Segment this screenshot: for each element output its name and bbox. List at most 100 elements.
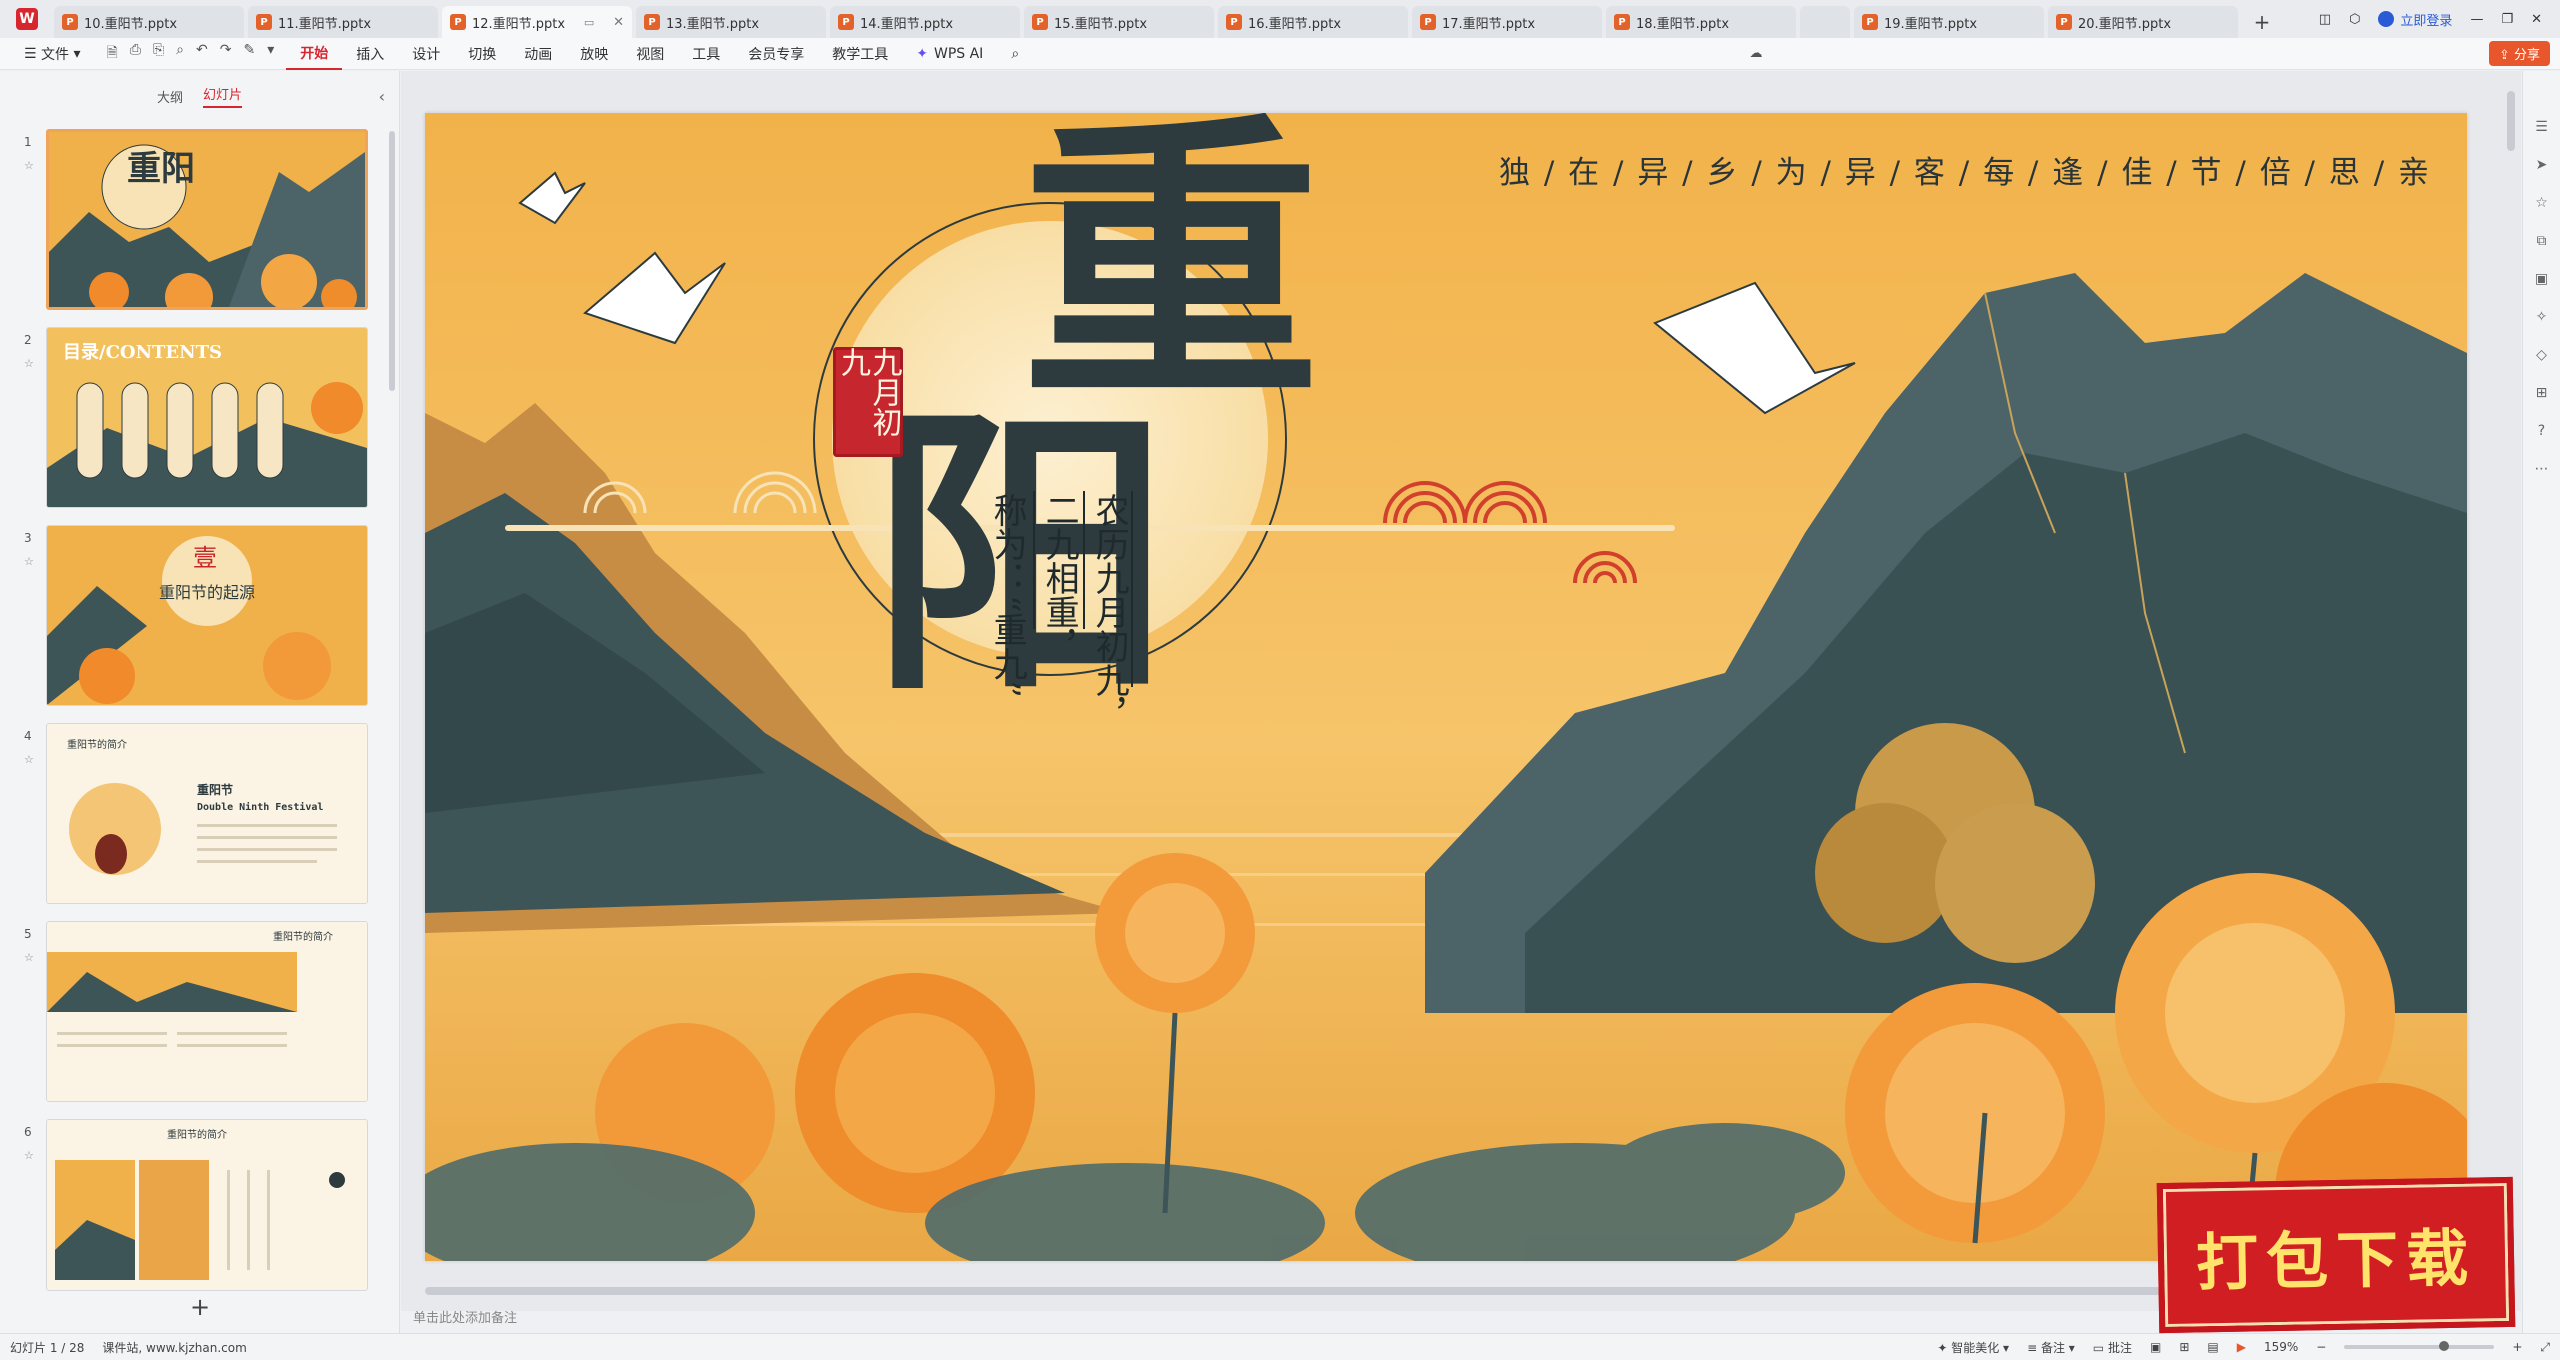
close-window-icon[interactable]: ✕: [2531, 12, 2542, 27]
tab-empty[interactable]: [1800, 6, 1850, 38]
tab-slides[interactable]: 幻灯片: [203, 84, 243, 108]
copy-icon[interactable]: ⧉: [2537, 233, 2547, 249]
menu-design[interactable]: 设计: [398, 38, 454, 70]
poem-line[interactable]: 独 / 在 / 异 / 乡 / 为 / 异 / 客 / 每 / 逢 / 佳 / …: [1499, 147, 2431, 192]
file-menu[interactable]: ☰ 文件 ▾: [10, 38, 95, 70]
more-icon[interactable]: ⋯: [2535, 461, 2549, 477]
canvas-vertical-scrollbar[interactable]: [2507, 91, 2515, 151]
close-tab-icon[interactable]: ✕: [613, 15, 624, 30]
tab-file-17[interactable]: P 17.重阳节.pptx: [1412, 6, 1602, 38]
redo-icon[interactable]: ↷: [220, 42, 232, 66]
format-painter-icon[interactable]: ✎: [243, 42, 255, 66]
slide-thumbnail[interactable]: 壹 重阳节的起源: [46, 525, 368, 706]
zoom-slider[interactable]: [2344, 1341, 2495, 1351]
thumbnail-row[interactable]: 1 ☆ 重阳: [0, 129, 400, 310]
menu-teaching[interactable]: 教学工具: [818, 38, 902, 70]
canvas-horizontal-scrollbar[interactable]: [425, 1287, 2345, 1295]
thumbnail-row[interactable]: 5 ☆ 重阳节的简介: [0, 921, 400, 1102]
comment-button[interactable]: ▭ 批注: [2093, 1339, 2132, 1356]
undo-icon[interactable]: ↶: [196, 42, 208, 66]
wps-logo-icon[interactable]: W: [0, 0, 54, 38]
download-banner[interactable]: 打包下载: [2156, 1176, 2516, 1334]
effects-icon[interactable]: ✧: [2536, 309, 2548, 325]
star-icon[interactable]: ☆: [24, 753, 34, 766]
menu-transition[interactable]: 切换: [454, 38, 510, 70]
tab-file-19[interactable]: P 19.重阳节.pptx: [1854, 6, 2044, 38]
slide-thumbnail[interactable]: 重阳节的简介 重阳节 Double Ninth Festival: [46, 723, 368, 904]
tab-file-15[interactable]: P 15.重阳节.pptx: [1024, 6, 1214, 38]
slide-thumbnail[interactable]: 重阳: [46, 129, 368, 310]
zoom-in-icon[interactable]: +: [2512, 1340, 2522, 1354]
more-dropdown-icon[interactable]: ▾: [267, 42, 274, 66]
zoom-out-icon[interactable]: −: [2316, 1340, 2326, 1354]
slide-thumbnail[interactable]: 重阳节的简介: [46, 1119, 368, 1291]
star-icon[interactable]: ☆: [24, 1149, 34, 1162]
menu-view[interactable]: 视图: [622, 38, 678, 70]
help-icon[interactable]: ?: [2538, 423, 2545, 439]
star-icon[interactable]: ☆: [24, 951, 34, 964]
collapse-panel-icon[interactable]: ‹: [379, 87, 385, 106]
slide-thumbnail[interactable]: 目录/CONTENTS: [46, 327, 368, 508]
share-button[interactable]: ⇪ 分享: [2488, 41, 2550, 66]
subtitle-line-2[interactable]: 二九相重，: [1039, 493, 1079, 663]
window-icon[interactable]: ▭: [584, 16, 594, 29]
slide-thumbnail[interactable]: 重阳节的简介: [46, 921, 368, 1102]
menu-insert[interactable]: 插入: [342, 38, 398, 70]
star-icon[interactable]: ☆: [24, 159, 34, 172]
settings-sliders-icon[interactable]: ☰: [2535, 119, 2548, 135]
add-tab-button[interactable]: +: [2242, 6, 2282, 38]
zoom-value[interactable]: 159%: [2264, 1340, 2298, 1354]
menu-animation[interactable]: 动画: [510, 38, 566, 70]
search-icon[interactable]: ⌕: [997, 38, 1033, 70]
menu-member[interactable]: 会员专享: [734, 38, 818, 70]
maximize-icon[interactable]: ❐: [2501, 12, 2513, 27]
pointer-icon[interactable]: ➤: [2536, 157, 2548, 173]
cube-icon[interactable]: ⬡: [2349, 12, 2360, 27]
minimize-icon[interactable]: —: [2470, 12, 2483, 27]
menu-home[interactable]: 开始: [286, 38, 343, 70]
restore-icon[interactable]: ◫: [2319, 12, 2331, 27]
tab-file-14[interactable]: P 14.重阳节.pptx: [830, 6, 1020, 38]
grid-icon[interactable]: ⊞: [2536, 385, 2548, 401]
tab-file-10[interactable]: P 10.重阳节.pptx: [54, 6, 244, 38]
save-icon[interactable]: 🗎: [107, 42, 118, 66]
tab-file-12-active[interactable]: P 12.重阳节.pptx ▭ ✕: [442, 6, 632, 38]
tab-outline[interactable]: 大纲: [157, 87, 183, 106]
export-pdf-icon[interactable]: ⎙: [130, 42, 141, 66]
cloud-sync-icon[interactable]: ☁: [1750, 46, 1763, 61]
subtitle-line-1[interactable]: 农历九月初九，: [1089, 493, 1129, 731]
zoom-knob[interactable]: [2439, 1341, 2450, 1351]
current-slide[interactable]: 独 / 在 / 异 / 乡 / 为 / 异 / 客 / 每 / 逢 / 佳 / …: [425, 113, 2467, 1261]
normal-view-icon[interactable]: ▣: [2150, 1340, 2161, 1354]
print-preview-icon[interactable]: ⌕: [176, 42, 184, 66]
wps-ai-button[interactable]: ✦ WPS AI: [902, 38, 997, 70]
thumbnail-row[interactable]: 3 ☆ 壹 重阳节的起源: [0, 525, 400, 706]
login-button[interactable]: 立即登录: [2378, 10, 2452, 29]
thumbnail-row[interactable]: 4 ☆ 重阳节的简介 重阳节 Double Ninth Festival: [0, 723, 400, 904]
tab-file-20[interactable]: P 20.重阳节.pptx: [2048, 6, 2238, 38]
play-slideshow-icon[interactable]: ▶: [2237, 1340, 2246, 1354]
notes-toggle-button[interactable]: ≡ 备注 ▾: [2027, 1339, 2075, 1356]
sorter-view-icon[interactable]: ⊞: [2179, 1340, 2189, 1354]
shape-icon[interactable]: ◇: [2536, 347, 2547, 363]
reading-view-icon[interactable]: ▤: [2207, 1340, 2218, 1354]
tab-file-18[interactable]: P 18.重阳节.pptx: [1606, 6, 1796, 38]
thumbnail-row[interactable]: 2 ☆ 目录/CONTENTS: [0, 327, 400, 508]
menu-slideshow[interactable]: 放映: [566, 38, 622, 70]
star-icon[interactable]: ☆: [24, 555, 34, 568]
smart-beautify-button[interactable]: ✦ 智能美化 ▾: [1937, 1339, 2009, 1356]
tab-file-16[interactable]: P 16.重阳节.pptx: [1218, 6, 1408, 38]
add-slide-button[interactable]: +: [190, 1293, 210, 1321]
thumbnail-row[interactable]: 6 ☆ 重阳节的简介: [0, 1119, 400, 1299]
thumbnail-image: 壹 重阳节的起源: [47, 526, 367, 705]
title-char-chong[interactable]: 重: [1021, 113, 1321, 413]
star-icon[interactable]: ☆: [24, 357, 34, 370]
subtitle-line-3[interactable]: 称为：“重九”: [987, 493, 1027, 698]
fit-window-icon[interactable]: ⤢: [2540, 1340, 2550, 1355]
menu-tools[interactable]: 工具: [678, 38, 734, 70]
tab-file-13[interactable]: P 13.重阳节.pptx: [636, 6, 826, 38]
picture-icon[interactable]: ▣: [2535, 271, 2548, 287]
star-icon[interactable]: ☆: [2535, 195, 2548, 211]
print-icon[interactable]: ⎘: [153, 42, 164, 66]
tab-file-11[interactable]: P 11.重阳节.pptx: [248, 6, 438, 38]
